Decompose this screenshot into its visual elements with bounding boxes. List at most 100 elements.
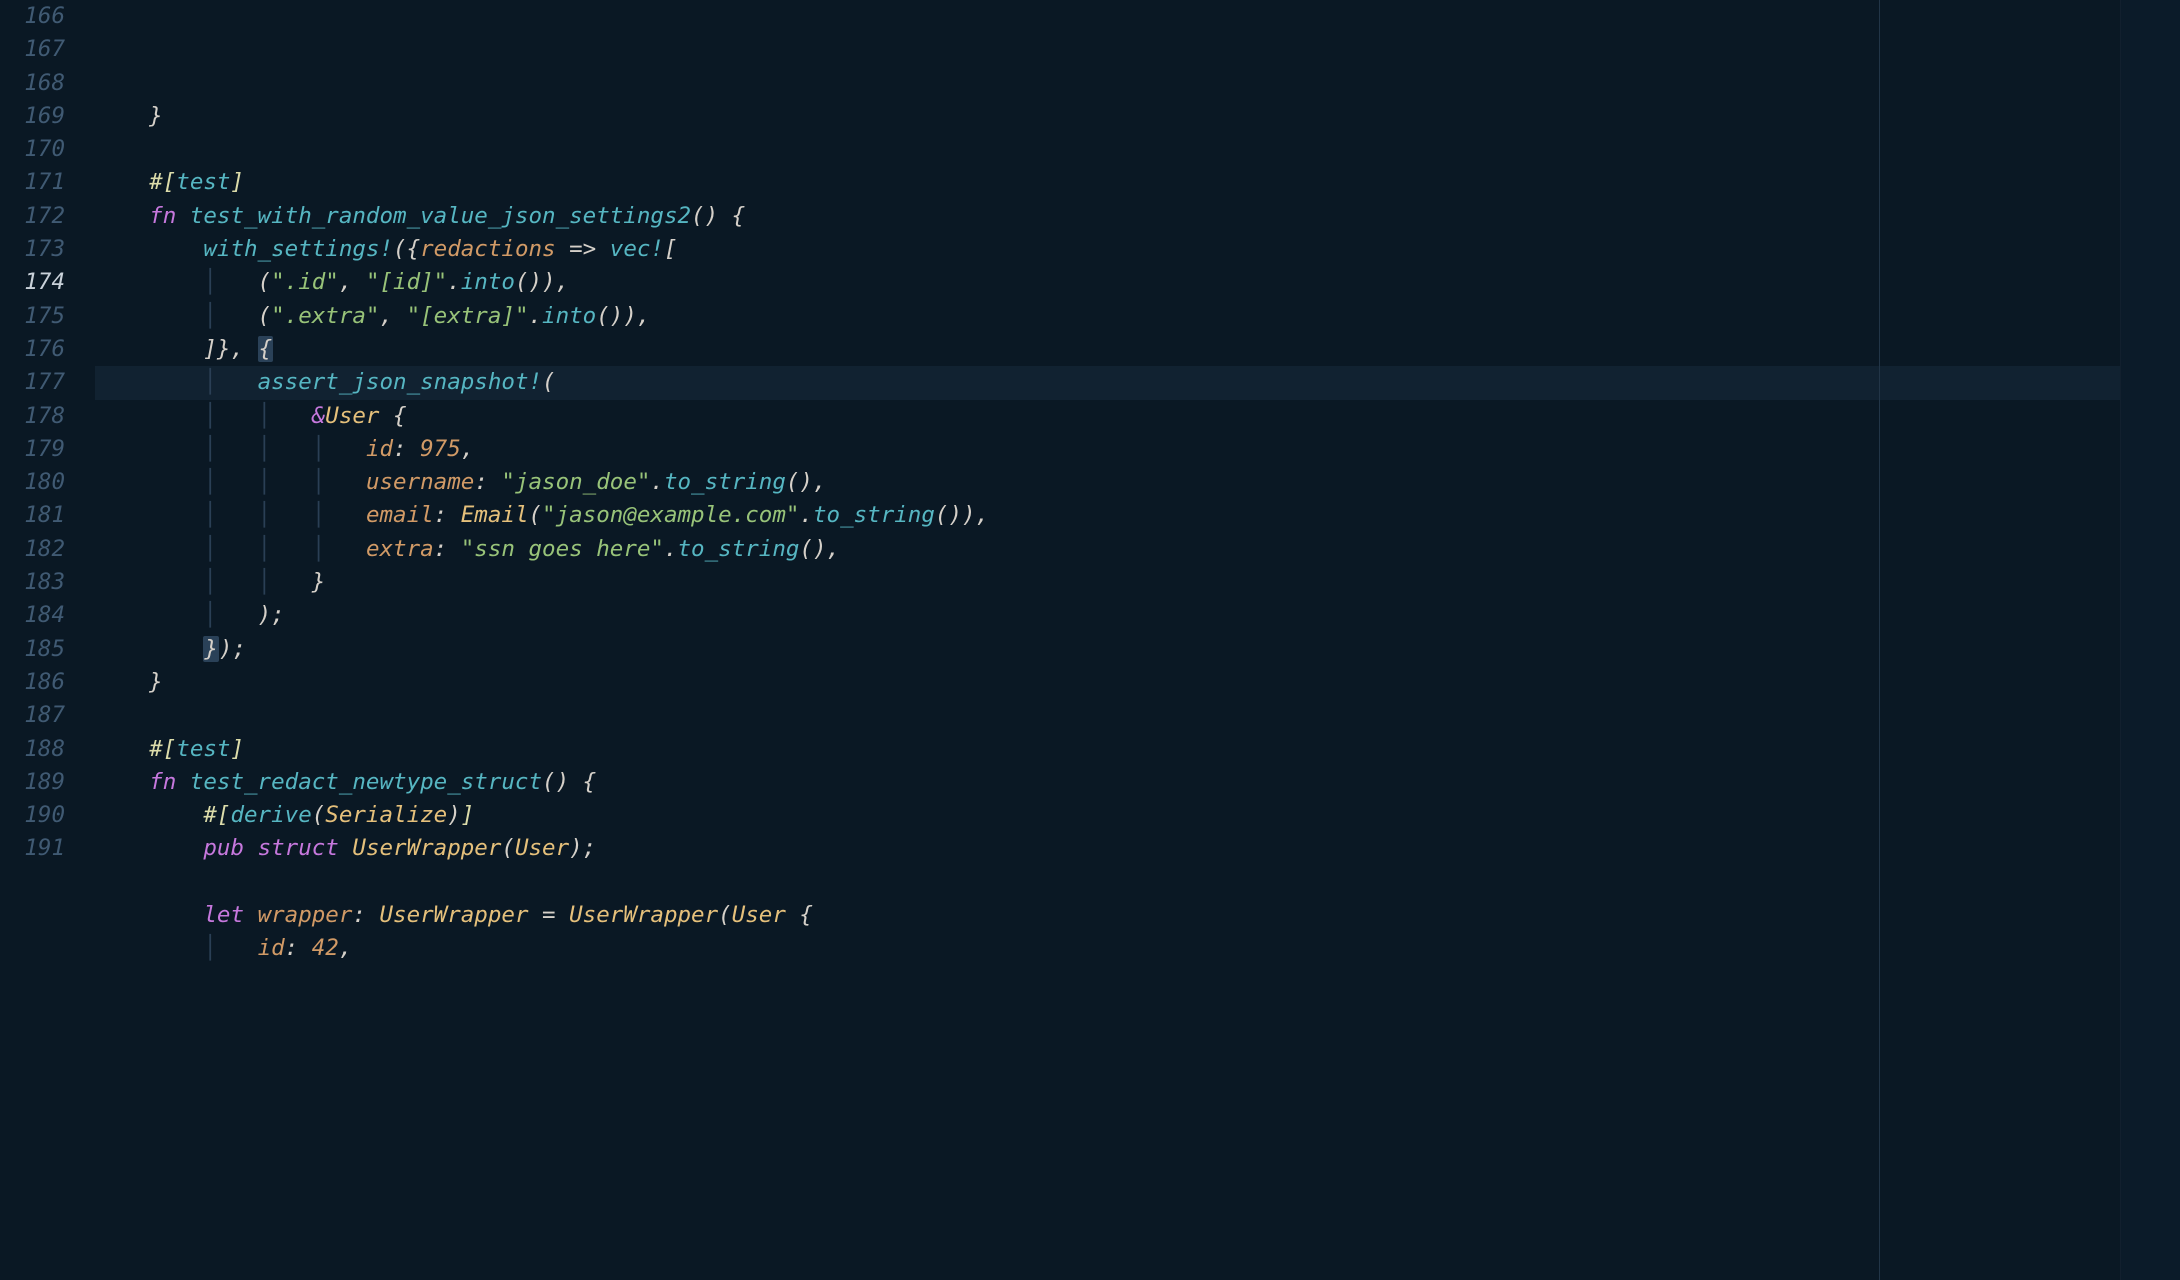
code-line[interactable]: │ assert_json_snapshot!( [95,366,2180,399]
code-line[interactable]: pub struct UserWrapper(User); [95,832,2180,865]
code-line[interactable]: │ │ │ email: Email("jason@example.com".t… [95,499,2180,532]
code-line[interactable]: #[test] [95,733,2180,766]
token: { [379,403,406,429]
token: to_string [678,536,800,562]
token: } [95,103,163,129]
token: } [312,569,326,595]
token: #[ [149,169,176,195]
token: : [434,536,461,562]
token: with_settings! [203,236,393,262]
token: derive [230,802,311,828]
token: , [339,935,353,961]
code-line[interactable]: }); [95,633,2180,666]
token: { [258,336,274,362]
token: username [366,469,474,495]
code-line[interactable]: } [95,100,2180,133]
line-number: 173 [0,233,65,266]
line-number: 178 [0,400,65,433]
token: "jason@example.com" [542,502,799,528]
code-line[interactable]: fn test_redact_newtype_struct() { [95,766,2180,799]
token: & [312,403,326,429]
token: "[extra]" [407,303,529,329]
token: │ [95,369,258,395]
token: Serialize [325,802,447,828]
token: ( [312,802,326,828]
token: UserWrapper [569,902,718,928]
code-line[interactable]: │ (".extra", "[extra]".into()), [95,300,2180,333]
token: wrapper [258,902,353,928]
token: ()), [596,303,650,329]
code-line[interactable]: #[derive(Serialize)] [95,799,2180,832]
token [95,636,203,662]
token [95,203,149,229]
code-line[interactable]: fn test_with_random_value_json_settings2… [95,200,2180,233]
token: User [515,835,569,861]
token: . [650,469,664,495]
line-number: 166 [0,0,65,33]
code-line[interactable]: │ │ │ id: 975, [95,433,2180,466]
line-number: 187 [0,699,65,732]
code-line[interactable]: │ │ } [95,566,2180,599]
code-line[interactable]: │ id: 42, [95,932,2180,965]
token: id [366,436,393,462]
code-line[interactable]: ]}, { [95,333,2180,366]
token [244,835,258,861]
line-number: 169 [0,100,65,133]
token: , [461,436,475,462]
token [339,835,353,861]
line-number: 185 [0,633,65,666]
token [95,736,149,762]
token: assert_json_snapshot! [258,369,542,395]
token: struct [258,835,339,861]
line-number: 172 [0,200,65,233]
line-number: 184 [0,599,65,632]
token: => [556,236,610,262]
token: test [176,169,230,195]
token: Email [461,502,529,528]
token: } [203,636,219,662]
code-line[interactable]: let wrapper: UserWrapper = UserWrapper(U… [95,899,2180,932]
token: │ [95,935,258,961]
token: vec! [610,236,664,262]
code-editor[interactable]: 1661671681691701711721731741751761771781… [0,0,2180,1280]
code-line[interactable]: with_settings!({redactions => vec![ [95,233,2180,266]
token: ] [461,802,475,828]
code-line[interactable]: #[test] [95,166,2180,199]
minimap-panel[interactable] [2120,0,2180,1280]
token: extra [366,536,434,562]
code-line[interactable] [95,699,2180,732]
code-area[interactable]: } #[test] fn test_with_random_value_json… [95,0,2180,1280]
token: ()), [515,269,569,295]
token: │ │ │ [95,436,366,462]
code-line[interactable]: │ │ │ extra: "ssn goes here".to_string()… [95,533,2180,566]
token: . [529,303,543,329]
token: test_redact_newtype_struct [190,769,542,795]
token [244,902,258,928]
token: , [379,303,406,329]
token: [ [664,236,678,262]
token: : [434,502,461,528]
token: . [447,269,461,295]
token: │ │ │ [95,469,366,495]
code-line[interactable]: │ │ │ username: "jason_doe".to_string(), [95,466,2180,499]
code-line[interactable]: │ ); [95,599,2180,632]
token: ".extra" [271,303,379,329]
token: ( [542,369,556,395]
line-number: 183 [0,566,65,599]
line-number: 186 [0,666,65,699]
token: into [461,269,515,295]
token: test [176,736,230,762]
token [95,802,203,828]
token: redactions [420,236,555,262]
token: ({ [393,236,420,262]
code-line[interactable] [95,866,2180,899]
token: () { [691,203,745,229]
code-line[interactable]: } [95,666,2180,699]
line-number: 182 [0,533,65,566]
token: 975 [420,436,461,462]
token: } [95,669,163,695]
code-line[interactable]: │ (".id", "[id]".into()), [95,266,2180,299]
token: . [664,536,678,562]
code-line[interactable]: │ │ &User { [95,400,2180,433]
code-line[interactable] [95,133,2180,166]
